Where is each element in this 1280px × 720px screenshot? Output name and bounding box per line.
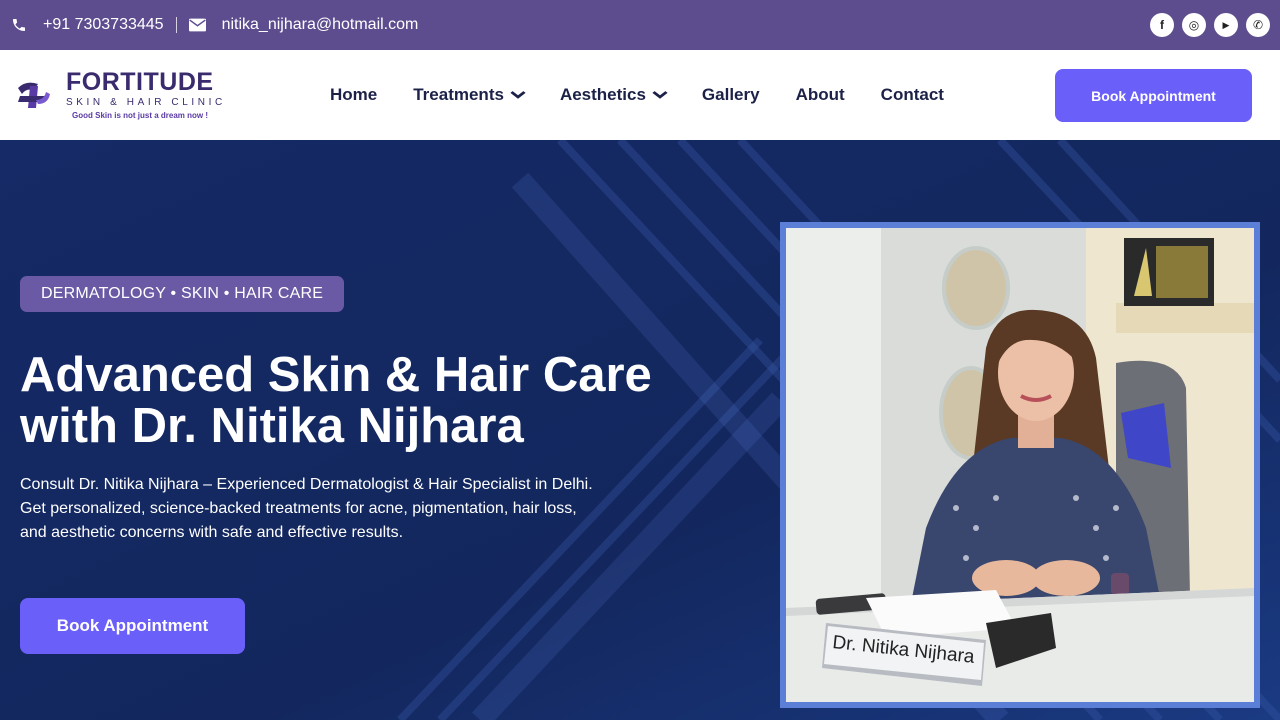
hero-section: DERMATOLOGY • SKIN • HAIR CARE Advanced …	[0, 140, 1280, 720]
chevron-down-icon	[510, 88, 526, 102]
youtube-icon[interactable]: ▶	[1214, 13, 1238, 37]
phone-number[interactable]: +91 7303733445	[43, 16, 164, 34]
nav-item-label: Aesthetics	[559, 85, 646, 104]
specialty-badge: DERMATOLOGY • SKIN • HAIR CARE	[20, 276, 345, 312]
nav-item-home[interactable]: Home	[330, 85, 377, 105]
nav-item-aesthetics[interactable]: Aesthetics	[559, 85, 668, 105]
desc-line-3: and aesthetic concerns with safe and eff…	[20, 524, 404, 541]
top-contact-bar: +91 7303733445 nitika_nijhara@hotmail.co…	[0, 0, 1280, 50]
facebook-icon[interactable]: f	[1150, 13, 1174, 37]
logo-tagline: Good Skin is not just a dream now !	[72, 111, 209, 120]
clinic-logo[interactable]: FORTITUDE SKIN & HAIR CLINIC Good Skin i…	[12, 70, 312, 120]
doctor-photo-illustration: Dr. Nitika Nijhara	[786, 228, 1254, 702]
email-contact[interactable]: nitika_nijhara@hotmail.com	[189, 16, 419, 34]
instagram-icon[interactable]: ◎	[1182, 13, 1206, 37]
logo-subtitle: SKIN & HAIR CLINIC	[66, 97, 226, 108]
book-appointment-button[interactable]: Book Appointment	[1055, 69, 1252, 122]
desc-line-2: Get personalized, science-backed treatme…	[20, 500, 577, 517]
hero-headline: Advanced Skin & Hair Care with Dr. Nitik…	[20, 350, 740, 452]
nav-item-treatments[interactable]: Treatments	[413, 85, 526, 105]
nav-item-label: Contact	[880, 85, 944, 104]
nav-item-label: Gallery	[701, 85, 760, 104]
email-icon	[189, 16, 207, 34]
nav-item-label: About	[795, 85, 845, 104]
contact-divider	[175, 17, 177, 33]
doctor-photo: Dr. Nitika Nijhara	[786, 228, 1254, 702]
nav-item-about[interactable]: About	[796, 85, 845, 105]
nav-item-label: Home	[330, 85, 378, 104]
nav-item-gallery[interactable]: Gallery	[702, 85, 760, 105]
social-links: f ◎ ▶ ✆	[1150, 13, 1270, 37]
phone-contact[interactable]: +91 7303733445	[10, 16, 164, 34]
hero-description: Consult Dr. Nitika Nijhara – Experienced…	[20, 473, 660, 545]
nav-item-contact[interactable]: Contact	[881, 85, 944, 105]
nav-menu: Home Treatments Aesthetics Gallery About…	[330, 85, 944, 105]
doctor-photo-frame: Dr. Nitika Nijhara	[780, 222, 1260, 708]
logo-mark-icon	[12, 74, 54, 116]
desc-line-1: Consult Dr. Nitika Nijhara – Experienced…	[20, 476, 593, 493]
email-address[interactable]: nitika_nijhara@hotmail.com	[222, 16, 419, 34]
chevron-down-icon	[652, 88, 668, 102]
logo-brand: FORTITUDE	[66, 68, 214, 96]
main-navbar: FORTITUDE SKIN & HAIR CLINIC Good Skin i…	[0, 50, 1280, 140]
hero-book-appointment-button[interactable]: Book Appointment	[20, 598, 245, 654]
whatsapp-icon[interactable]: ✆	[1246, 13, 1270, 37]
phone-icon	[10, 16, 28, 34]
headline-line-2: with Dr. Nitika Nijhara	[20, 399, 524, 453]
nav-item-label: Treatments	[413, 85, 504, 104]
headline-line-1: Advanced Skin & Hair Care	[20, 348, 652, 402]
